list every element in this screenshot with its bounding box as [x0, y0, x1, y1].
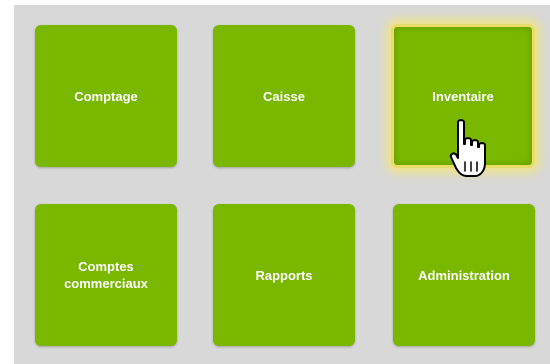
tile-rapports-label: Rapports: [255, 267, 313, 283]
menu-panel: Comptage Caisse Inventaire Comptes comme…: [14, 5, 550, 364]
tile-caisse[interactable]: Caisse: [213, 25, 355, 167]
tile-rapports[interactable]: Rapports: [213, 204, 355, 346]
tile-comptes-commerciaux-label: Comptes commerciaux: [64, 259, 148, 291]
tile-comptage[interactable]: Comptage: [35, 25, 177, 167]
tile-inventaire[interactable]: Inventaire: [391, 24, 535, 168]
tile-caisse-label: Caisse: [263, 88, 305, 104]
tile-administration[interactable]: Administration: [393, 204, 535, 346]
tile-inventaire-label: Inventaire: [432, 88, 494, 104]
tile-comptage-label: Comptage: [74, 88, 138, 104]
tile-administration-label: Administration: [418, 267, 510, 283]
tile-comptes-commerciaux[interactable]: Comptes commerciaux: [35, 204, 177, 346]
